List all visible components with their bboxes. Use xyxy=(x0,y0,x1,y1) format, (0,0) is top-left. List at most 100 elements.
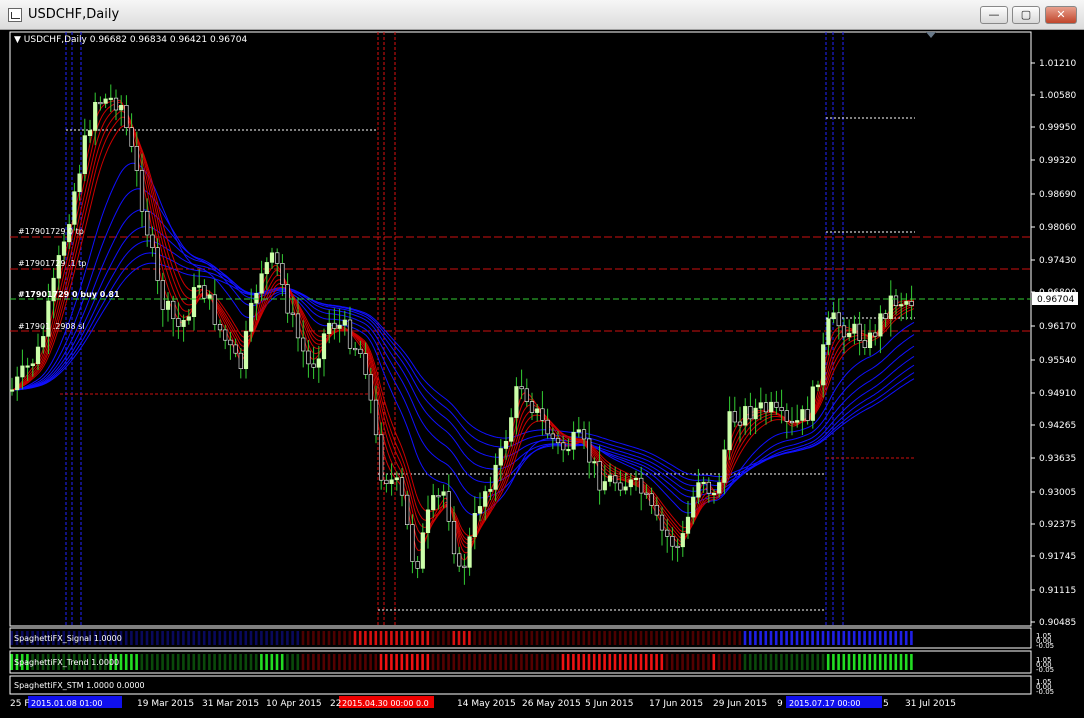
signal-bar xyxy=(452,631,456,645)
signal-bar xyxy=(124,631,128,645)
trend-bar xyxy=(426,654,430,670)
signal-bar xyxy=(592,631,596,645)
y-tick-label: 0.96170 xyxy=(1039,322,1076,332)
minimize-button[interactable]: — xyxy=(980,6,1008,24)
candle-body xyxy=(259,273,264,294)
trend-bar xyxy=(889,654,892,670)
signal-bar xyxy=(197,631,201,645)
signal-bar xyxy=(613,631,617,645)
chart-canvas[interactable]: #17901729 0 tp #17901729 .1 tp #17901729… xyxy=(0,30,1084,718)
candle-body xyxy=(774,401,779,408)
candle-body xyxy=(197,285,202,288)
x-tick-label: 26 May 2015 xyxy=(522,699,581,709)
signal-bar xyxy=(525,631,528,645)
trend-bar xyxy=(234,654,237,670)
signal-bar xyxy=(416,631,419,645)
stm-panel[interactable] xyxy=(9,675,1032,695)
y-tick-label: 0.90485 xyxy=(1039,618,1076,628)
candle-body xyxy=(867,332,873,348)
candle-body xyxy=(389,479,394,484)
trend-bar xyxy=(530,654,534,670)
candle-body xyxy=(202,285,207,299)
y-tick-label: 0.93635 xyxy=(1039,454,1076,464)
signal-bar xyxy=(754,631,757,645)
candle-body xyxy=(249,302,254,332)
signal-bar xyxy=(317,631,320,645)
candle-body xyxy=(124,105,129,129)
trend-bar xyxy=(10,654,14,670)
signal-bar xyxy=(442,631,445,645)
trend-bar xyxy=(535,654,539,670)
candle-body xyxy=(254,292,259,304)
x-tick-label: 5 Jun 2015 xyxy=(585,699,633,709)
signal-bar xyxy=(650,631,653,645)
signal-bar xyxy=(811,631,814,645)
signal-bar xyxy=(405,631,409,645)
signal-bar xyxy=(140,631,144,645)
chart-area[interactable]: #17901729 0 tp #17901729 .1 tp #17901729… xyxy=(0,30,1084,718)
close-button[interactable]: ✕ xyxy=(1045,6,1077,24)
signal-bar xyxy=(759,631,762,645)
candle-body xyxy=(30,363,35,367)
trend-bar xyxy=(306,654,310,670)
signal-bar xyxy=(421,631,424,645)
trend-bar xyxy=(863,654,866,670)
candle-body xyxy=(873,332,878,337)
title-bar: USDCHF,Daily — ▢ ✕ xyxy=(0,0,1084,30)
trend-bar xyxy=(551,654,554,670)
trade-label-buy: #17901729 0 buy 0.81 xyxy=(18,290,120,299)
candle-body xyxy=(25,365,30,368)
signal-bar xyxy=(130,631,133,645)
signal-bar xyxy=(208,631,211,645)
signal-label: SpaghettiFX_Signal 1.0000 xyxy=(14,634,122,643)
trend-bar xyxy=(774,654,778,670)
candle-body xyxy=(431,495,436,511)
candle-body xyxy=(72,191,77,225)
signal-bar xyxy=(764,631,768,645)
chart-shift-marker[interactable] xyxy=(926,32,936,38)
signal-bar xyxy=(624,631,627,645)
candle-body xyxy=(795,420,800,423)
trend-bar xyxy=(410,654,414,670)
candle-body xyxy=(347,319,353,349)
candle-body xyxy=(769,401,774,413)
candle-body xyxy=(20,365,25,378)
candle-body xyxy=(228,339,233,346)
signal-bar xyxy=(691,631,695,645)
signal-bar xyxy=(863,631,866,645)
candle-body xyxy=(160,280,165,310)
trend-bar xyxy=(806,654,809,670)
candle-body xyxy=(191,287,197,317)
signal-bar xyxy=(457,631,461,645)
candle-body xyxy=(618,482,623,491)
signal-bar xyxy=(556,631,560,645)
signal-bar xyxy=(904,631,908,645)
signal-bar xyxy=(868,631,872,645)
candle-body xyxy=(269,252,275,263)
signal-bar xyxy=(696,631,700,645)
signal-bar xyxy=(832,631,835,645)
trend-scale-bot: -0.05 xyxy=(1036,666,1054,674)
signal-bar xyxy=(369,631,372,645)
trend-bar xyxy=(566,654,570,670)
trend-bar xyxy=(176,654,180,670)
trend-bar xyxy=(457,654,461,670)
trend-bar xyxy=(842,654,846,670)
signal-bar xyxy=(436,631,440,645)
candle-body xyxy=(644,492,649,495)
signal-bar xyxy=(884,631,887,645)
signal-bar xyxy=(582,631,586,645)
maximize-button[interactable]: ▢ xyxy=(1012,6,1040,24)
trend-bar xyxy=(780,654,783,670)
signal-bar xyxy=(270,631,274,645)
trend-bar xyxy=(811,654,814,670)
trend-bar xyxy=(317,654,320,670)
signal-bar xyxy=(603,631,606,645)
trend-bar xyxy=(629,654,632,670)
candle-body xyxy=(909,301,914,306)
candle-body xyxy=(181,319,186,327)
trend-bar xyxy=(504,654,508,670)
signal-bar xyxy=(551,631,554,645)
signal-bar xyxy=(806,631,809,645)
candle-body xyxy=(857,323,862,341)
